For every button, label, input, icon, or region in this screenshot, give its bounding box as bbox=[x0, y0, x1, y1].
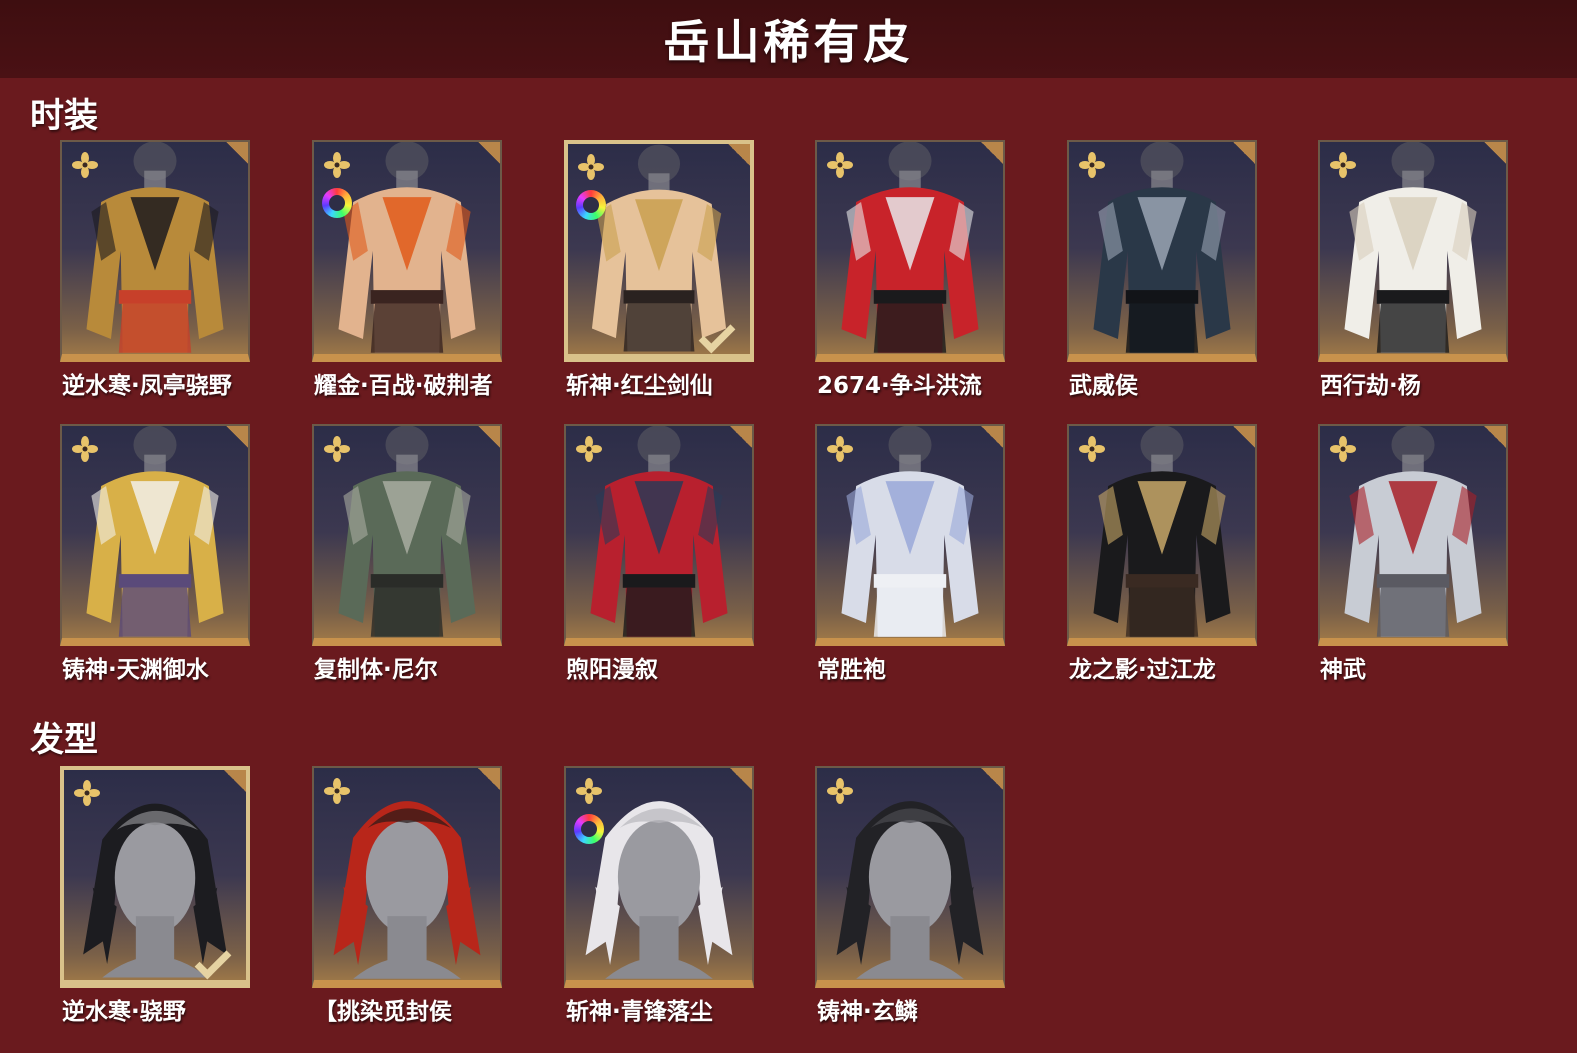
corner-tag-icon bbox=[981, 142, 1003, 164]
rarity-icon bbox=[1330, 152, 1356, 178]
costume-card[interactable] bbox=[1067, 424, 1257, 646]
corner-tag-icon bbox=[730, 768, 752, 790]
hairstyle-name: 【挑染觅封侯 bbox=[314, 999, 452, 1025]
costume-name: 斩神·红尘剑仙 bbox=[566, 373, 713, 399]
rarity-icon bbox=[1079, 436, 1105, 462]
rarity-icon bbox=[72, 436, 98, 462]
corner-tag-icon bbox=[981, 426, 1003, 448]
costume-card[interactable] bbox=[815, 424, 1005, 646]
costume-name: 龙之影·过江龙 bbox=[1069, 657, 1216, 683]
costume-card[interactable] bbox=[312, 140, 502, 362]
costume-name: 逆水寒·凤亭骁野 bbox=[62, 373, 232, 399]
costume-name: 常胜袍 bbox=[817, 657, 886, 683]
costume-card[interactable] bbox=[564, 424, 754, 646]
rarity-icon bbox=[578, 154, 604, 180]
hairstyle-card[interactable] bbox=[815, 766, 1005, 988]
rarity-icon bbox=[324, 436, 350, 462]
costume-card[interactable] bbox=[60, 424, 250, 646]
corner-tag-icon bbox=[981, 768, 1003, 790]
rarity-icon bbox=[1079, 152, 1105, 178]
dye-rainbow-icon bbox=[322, 188, 352, 218]
skin-grid: 逆水寒·凤亭骁野 耀金·百战·破荆者 斩神·红尘剑仙 2674·争斗洪流 武威侯 西行劫·… bbox=[0, 0, 1577, 1053]
costume-card[interactable] bbox=[312, 424, 502, 646]
hairstyle-card[interactable] bbox=[564, 766, 754, 988]
costume-name: 煦阳漫叙 bbox=[566, 657, 658, 683]
rarity-icon bbox=[74, 780, 100, 806]
costume-name: 耀金·百战·破荆者 bbox=[314, 373, 493, 399]
hairstyle-name: 斩神·青锋落尘 bbox=[566, 999, 713, 1025]
rarity-icon bbox=[827, 436, 853, 462]
rarity-icon bbox=[576, 436, 602, 462]
corner-tag-icon bbox=[224, 770, 246, 792]
corner-tag-icon bbox=[1484, 142, 1506, 164]
corner-tag-icon bbox=[226, 142, 248, 164]
rarity-icon bbox=[827, 778, 853, 804]
corner-tag-icon bbox=[478, 426, 500, 448]
costume-name: 2674·争斗洪流 bbox=[817, 373, 982, 399]
costume-card[interactable] bbox=[564, 140, 754, 362]
costume-card[interactable] bbox=[1067, 140, 1257, 362]
hairstyle-card[interactable] bbox=[60, 766, 250, 988]
costume-card[interactable] bbox=[815, 140, 1005, 362]
costume-name: 武威侯 bbox=[1069, 373, 1138, 399]
costume-name: 西行劫·杨 bbox=[1320, 373, 1421, 399]
costume-card[interactable] bbox=[60, 140, 250, 362]
corner-tag-icon bbox=[728, 144, 750, 166]
corner-tag-icon bbox=[478, 768, 500, 790]
corner-tag-icon bbox=[730, 426, 752, 448]
costume-name: 神武 bbox=[1320, 657, 1366, 683]
costume-card[interactable] bbox=[1318, 424, 1508, 646]
rarity-icon bbox=[72, 152, 98, 178]
hairstyle-name: 逆水寒·骁野 bbox=[62, 999, 186, 1025]
rarity-icon bbox=[827, 152, 853, 178]
rarity-icon bbox=[1330, 436, 1356, 462]
hairstyle-name: 铸神·玄鳞 bbox=[817, 999, 918, 1025]
costume-name: 铸神·天渊御水 bbox=[62, 657, 209, 683]
hairstyle-card[interactable] bbox=[312, 766, 502, 988]
corner-tag-icon bbox=[1233, 426, 1255, 448]
dye-rainbow-icon bbox=[574, 814, 604, 844]
corner-tag-icon bbox=[478, 142, 500, 164]
corner-tag-icon bbox=[1233, 142, 1255, 164]
corner-tag-icon bbox=[1484, 426, 1506, 448]
costume-name: 复制体·尼尔 bbox=[314, 657, 438, 683]
rarity-icon bbox=[324, 152, 350, 178]
corner-tag-icon bbox=[226, 426, 248, 448]
dye-rainbow-icon bbox=[576, 190, 606, 220]
costume-card[interactable] bbox=[1318, 140, 1508, 362]
rarity-icon bbox=[324, 778, 350, 804]
rarity-icon bbox=[576, 778, 602, 804]
